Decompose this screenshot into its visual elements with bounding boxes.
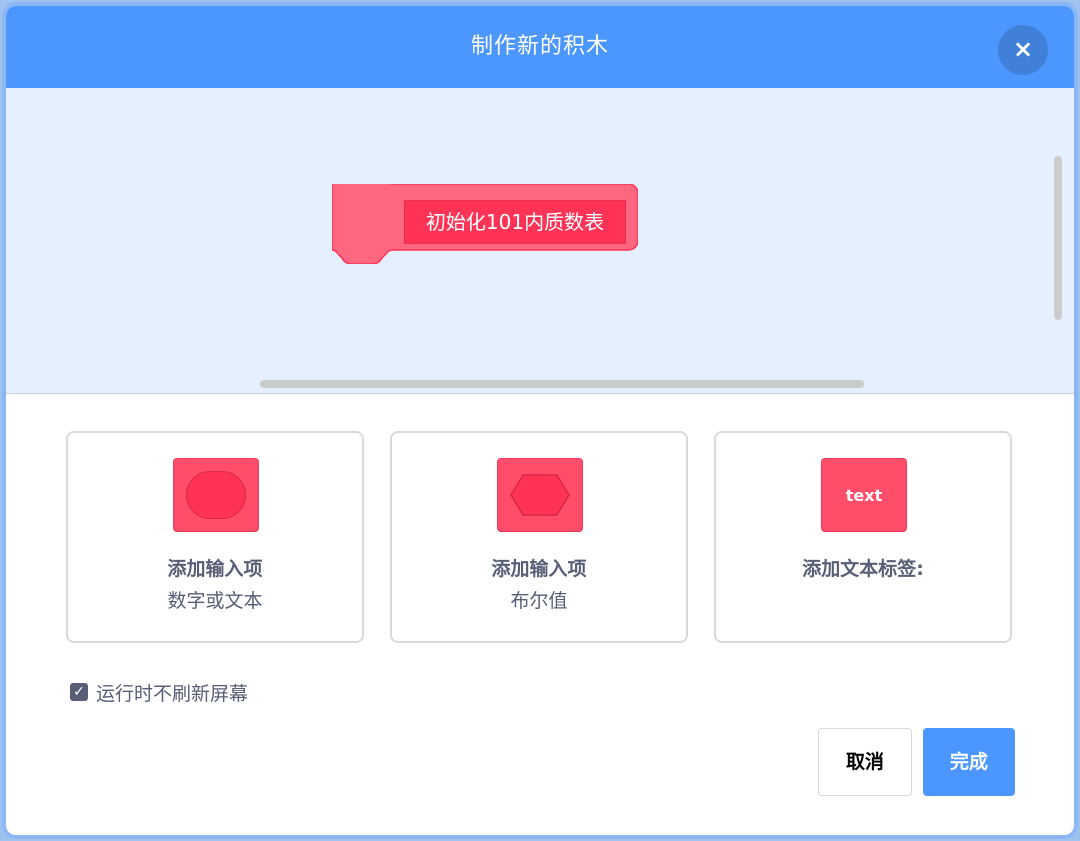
- ok-button[interactable]: 完成: [923, 728, 1015, 796]
- oval-input-icon: [186, 471, 246, 519]
- make-block-dialog: 制作新的积木 × 初始化101内质数表 添加输入项 数字或文本 添加输入项 布尔…: [6, 6, 1074, 835]
- add-boolean-input-card[interactable]: 添加输入项 布尔值: [390, 431, 688, 643]
- option-title: 添加输入项: [167, 558, 263, 580]
- option-title: 添加输入项: [491, 558, 587, 580]
- add-number-text-input-card[interactable]: 添加输入项 数字或文本: [66, 431, 364, 643]
- cancel-button[interactable]: 取消: [818, 728, 912, 796]
- run-without-refresh-checkbox[interactable]: ✓: [70, 683, 88, 701]
- dialog-header: 制作新的积木 ×: [6, 6, 1074, 88]
- workspace-horizontal-scrollbar[interactable]: [260, 380, 864, 388]
- option-subtitle: 数字或文本: [167, 590, 263, 612]
- add-text-label-card[interactable]: text 添加文本标签:: [714, 431, 1012, 643]
- hexagon-input-icon: [510, 474, 570, 516]
- custom-block-preview[interactable]: 初始化101内质数表: [332, 184, 638, 264]
- close-button[interactable]: ×: [998, 25, 1048, 75]
- boolean-input-icon: [497, 458, 583, 532]
- custom-block-label[interactable]: 初始化101内质数表: [404, 200, 626, 244]
- workspace-vertical-scrollbar[interactable]: [1054, 156, 1062, 320]
- option-subtitle: 布尔值: [510, 590, 568, 612]
- run-without-refresh-row[interactable]: ✓ 运行时不刷新屏幕: [70, 676, 248, 708]
- option-title: 添加文本标签:: [802, 558, 924, 580]
- dialog-title: 制作新的积木: [470, 34, 609, 59]
- run-without-refresh-label: 运行时不刷新屏幕: [96, 682, 249, 705]
- block-preview-workspace: 初始化101内质数表: [6, 88, 1074, 394]
- block-options-panel: 添加输入项 数字或文本 添加输入项 布尔值 text 添加文本标签: ✓ 运行时…: [6, 394, 1074, 835]
- text-label-icon: text: [821, 458, 907, 532]
- number-or-text-input-icon: [173, 458, 259, 532]
- close-icon: ×: [1012, 35, 1034, 63]
- text-label-icon-text: text: [845, 485, 883, 505]
